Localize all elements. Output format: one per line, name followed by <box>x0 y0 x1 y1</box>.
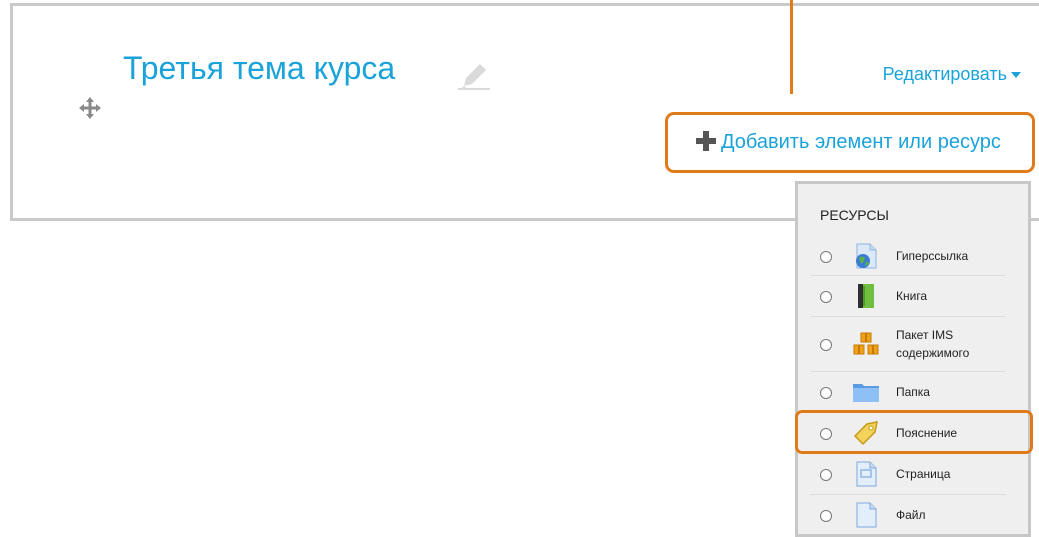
resource-option-page[interactable]: Страница <box>810 454 1006 495</box>
resource-option-url[interactable]: Гиперссылка <box>810 237 1006 276</box>
file-icon <box>856 502 877 528</box>
ims-package-icon <box>853 332 879 355</box>
caret-down-icon <box>1011 72 1021 79</box>
radio-button[interactable] <box>820 251 832 263</box>
resource-label: Гиперссылка <box>896 249 969 263</box>
radio-button[interactable] <box>820 387 832 399</box>
add-activity-label: Добавить элемент или ресурс <box>721 131 1001 153</box>
resource-option-label[interactable]: Пояснение <box>810 413 1006 454</box>
resource-option-file[interactable]: Файл <box>810 495 1006 535</box>
radio-button[interactable] <box>820 469 832 481</box>
radio-button[interactable] <box>820 510 832 522</box>
resource-option-folder[interactable]: Папка <box>810 372 1006 413</box>
radio-button[interactable] <box>820 428 832 440</box>
resource-option-book[interactable]: Книга <box>810 276 1006 317</box>
plus-icon <box>696 131 716 151</box>
resource-chooser-panel: РЕСУРСЫ Гиперссылка Книга Пакет IMS соде… <box>795 181 1031 537</box>
folder-icon <box>853 384 879 402</box>
page-icon <box>856 461 877 487</box>
add-activity-button[interactable]: Добавить элемент или ресурс <box>696 131 1001 154</box>
resource-label: Пояснение <box>896 426 958 440</box>
book-icon <box>858 284 874 308</box>
resource-label: Страница <box>896 467 951 481</box>
radio-button[interactable] <box>820 291 832 303</box>
resource-option-ims[interactable]: Пакет IMS содержимого <box>810 317 1006 372</box>
label-tag-icon <box>853 421 878 446</box>
edit-menu-button[interactable]: Редактировать <box>883 64 1021 85</box>
edit-menu-label: Редактировать <box>882 64 1007 84</box>
resource-label: Пакет IMS содержимого <box>896 328 970 360</box>
move-icon[interactable] <box>78 96 102 120</box>
resource-label: Файл <box>896 508 926 522</box>
url-globe-icon <box>856 243 877 269</box>
chooser-heading: РЕСУРСЫ <box>820 207 889 223</box>
section-title: Третья тема курса <box>123 50 396 86</box>
resource-label: Книга <box>896 289 928 303</box>
callout-pointer-line <box>790 0 793 94</box>
radio-button[interactable] <box>820 339 832 351</box>
pencil-icon[interactable] <box>458 60 490 90</box>
resource-label: Папка <box>896 385 930 399</box>
